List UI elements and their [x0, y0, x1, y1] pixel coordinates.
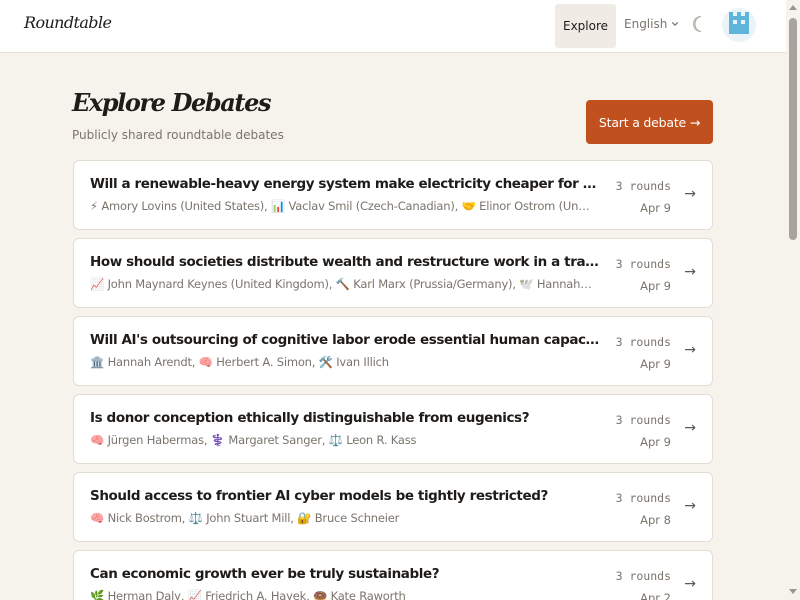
debate-card[interactable]: Can economic growth ever be truly sustai… [73, 550, 713, 600]
debate-date: Apr 2 [640, 591, 671, 600]
arrow-right-icon: → [684, 498, 696, 514]
arrow-right-icon: → [684, 264, 696, 280]
debate-date: Apr 9 [640, 201, 671, 215]
debate-rounds: 3 rounds [615, 335, 671, 349]
debate-rounds: 3 rounds [615, 491, 671, 505]
debate-rounds: 3 rounds [615, 179, 671, 193]
arrow-right-icon: → [684, 342, 696, 358]
debate-card[interactable]: How should societies distribute wealth a… [73, 238, 713, 308]
brand-logo[interactable]: Roundtable [24, 13, 112, 32]
arrow-right-icon: → [684, 576, 696, 592]
scroll-up-arrow-icon[interactable] [789, 4, 797, 10]
debate-title: Should access to frontier AI cyber model… [90, 488, 548, 504]
top-navigation-bar: Roundtable Explore English [0, 0, 800, 53]
page-scrollbar[interactable] [786, 0, 800, 600]
debate-title: Is donor conception ethically distinguis… [90, 410, 530, 426]
debate-rounds: 3 rounds [615, 413, 671, 427]
page-title: Explore Debates [72, 88, 271, 117]
debate-date: Apr 9 [640, 435, 671, 449]
chevron-down-icon [672, 21, 679, 27]
debate-date: Apr 9 [640, 357, 671, 371]
debate-title: Can economic growth ever be truly sustai… [90, 566, 440, 582]
user-avatar[interactable] [722, 8, 756, 42]
debate-date: Apr 8 [640, 513, 671, 527]
debate-card[interactable]: Is donor conception ethically distinguis… [73, 394, 713, 464]
arrow-right-icon: → [684, 186, 696, 202]
language-label: English [624, 17, 668, 31]
debate-card[interactable]: Should access to frontier AI cyber model… [73, 472, 713, 542]
debate-title: Will AI's outsourcing of cognitive labor… [90, 332, 600, 348]
moon-icon[interactable] [692, 15, 706, 33]
debate-participants: 🏛️ Hannah Arendt, 🧠 Herbert A. Simon, 🛠️… [90, 355, 389, 369]
pixel-avatar-icon [729, 12, 749, 34]
start-debate-button[interactable]: Start a debate → [586, 100, 713, 144]
debate-participants: ⚡ Amory Lovins (United States), 📊 Vaclav… [90, 199, 592, 213]
scrollbar-thumb[interactable] [789, 18, 797, 240]
scroll-down-arrow-icon[interactable] [789, 589, 797, 595]
debate-card[interactable]: Will AI's outsourcing of cognitive labor… [73, 316, 713, 386]
debate-participants: 🌿 Herman Daly, 📈 Friedrich A. Hayek, 🍩 K… [90, 589, 406, 600]
debate-participants: 🧠 Jürgen Habermas, ⚕️ Margaret Sanger, ⚖… [90, 433, 417, 447]
debate-rounds: 3 rounds [615, 257, 671, 271]
nav-explore-link[interactable]: Explore [555, 4, 616, 48]
debate-list: Will a renewable-heavy energy system mak… [73, 160, 713, 600]
debate-title: Will a renewable-heavy energy system mak… [90, 176, 600, 192]
debate-date: Apr 9 [640, 279, 671, 293]
debate-title: How should societies distribute wealth a… [90, 254, 600, 270]
debate-participants: 🧠 Nick Bostrom, ⚖️ John Stuart Mill, 🔐 B… [90, 511, 400, 525]
debate-card[interactable]: Will a renewable-heavy energy system mak… [73, 160, 713, 230]
page-subtitle: Publicly shared roundtable debates [72, 128, 284, 142]
debate-participants: 📈 John Maynard Keynes (United Kingdom), … [90, 277, 592, 291]
language-selector[interactable]: English [624, 17, 679, 31]
arrow-right-icon: → [684, 420, 696, 436]
debate-rounds: 3 rounds [615, 569, 671, 583]
